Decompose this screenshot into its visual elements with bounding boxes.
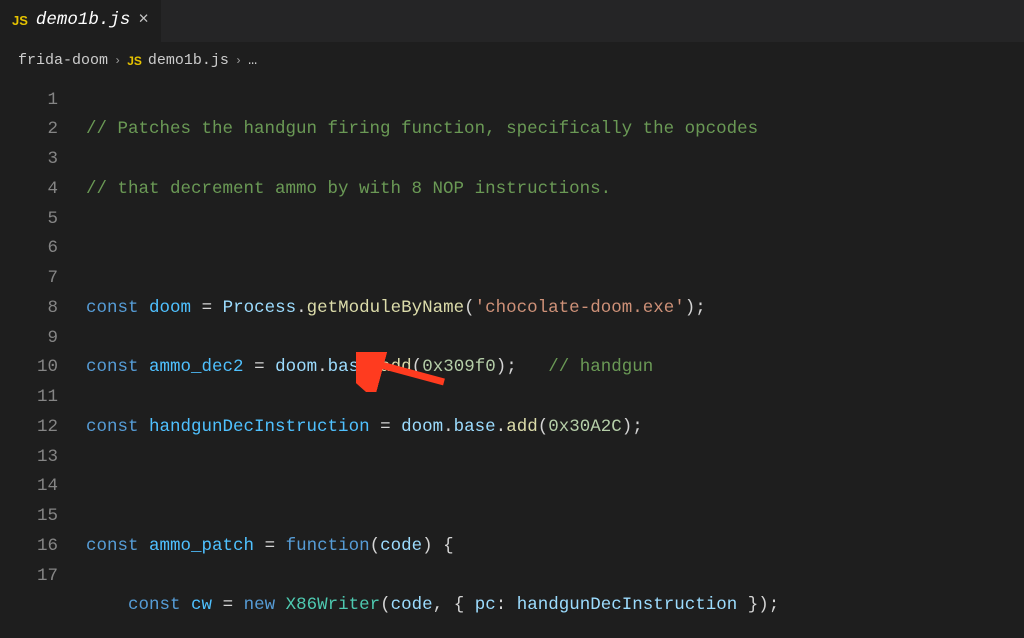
line-number: 15 — [0, 502, 58, 532]
line-number: 14 — [0, 472, 58, 502]
code-line[interactable]: const cw = new X86Writer(code, { pc: han… — [86, 591, 790, 621]
code-line[interactable]: // Patches the handgun firing function, … — [86, 115, 790, 145]
code-line[interactable]: const ammo_patch = function(code) { — [86, 532, 790, 562]
chevron-right-icon: › — [114, 51, 121, 71]
code-line[interactable]: const ammo_dec2 = doom.base.add(0x309f0)… — [86, 353, 790, 383]
tab-filename: demo1b.js — [36, 6, 131, 36]
breadcrumb-ellipsis[interactable]: … — [248, 48, 257, 74]
line-number: 17 — [0, 562, 58, 592]
line-number: 7 — [0, 264, 58, 294]
chevron-right-icon: › — [235, 51, 242, 71]
line-number: 5 — [0, 205, 58, 235]
breadcrumb-folder[interactable]: frida-doom — [18, 48, 108, 74]
file-tab[interactable]: JS demo1b.js × — [0, 0, 162, 42]
line-number: 2 — [0, 115, 58, 145]
code-line[interactable]: const doom = Process.getModuleByName('ch… — [86, 294, 790, 324]
line-number: 8 — [0, 294, 58, 324]
line-number-gutter: 1 2 3 4 5 6 7 8 9 10 11 12 13 14 15 16 1… — [0, 80, 86, 638]
line-number: 11 — [0, 383, 58, 413]
code-content[interactable]: // Patches the handgun firing function, … — [86, 80, 790, 638]
code-editor[interactable]: 1 2 3 4 5 6 7 8 9 10 11 12 13 14 15 16 1… — [0, 80, 1024, 638]
line-number: 1 — [0, 86, 58, 116]
js-icon: JS — [12, 10, 28, 32]
line-number: 9 — [0, 324, 58, 354]
tab-bar: JS demo1b.js × — [0, 0, 1024, 42]
line-number: 13 — [0, 443, 58, 473]
line-number: 10 — [0, 353, 58, 383]
breadcrumb[interactable]: frida-doom › JS demo1b.js › … — [0, 42, 1024, 80]
line-number: 12 — [0, 413, 58, 443]
code-line[interactable] — [86, 234, 790, 264]
code-line[interactable]: // that decrement ammo by with 8 NOP ins… — [86, 175, 790, 205]
js-icon: JS — [127, 51, 142, 71]
line-number: 4 — [0, 175, 58, 205]
breadcrumb-file[interactable]: demo1b.js — [148, 48, 229, 74]
line-number: 16 — [0, 532, 58, 562]
line-number: 3 — [0, 145, 58, 175]
code-line[interactable]: const handgunDecInstruction = doom.base.… — [86, 413, 790, 443]
code-line[interactable] — [86, 472, 790, 502]
line-number: 6 — [0, 234, 58, 264]
close-icon[interactable]: × — [138, 6, 149, 36]
